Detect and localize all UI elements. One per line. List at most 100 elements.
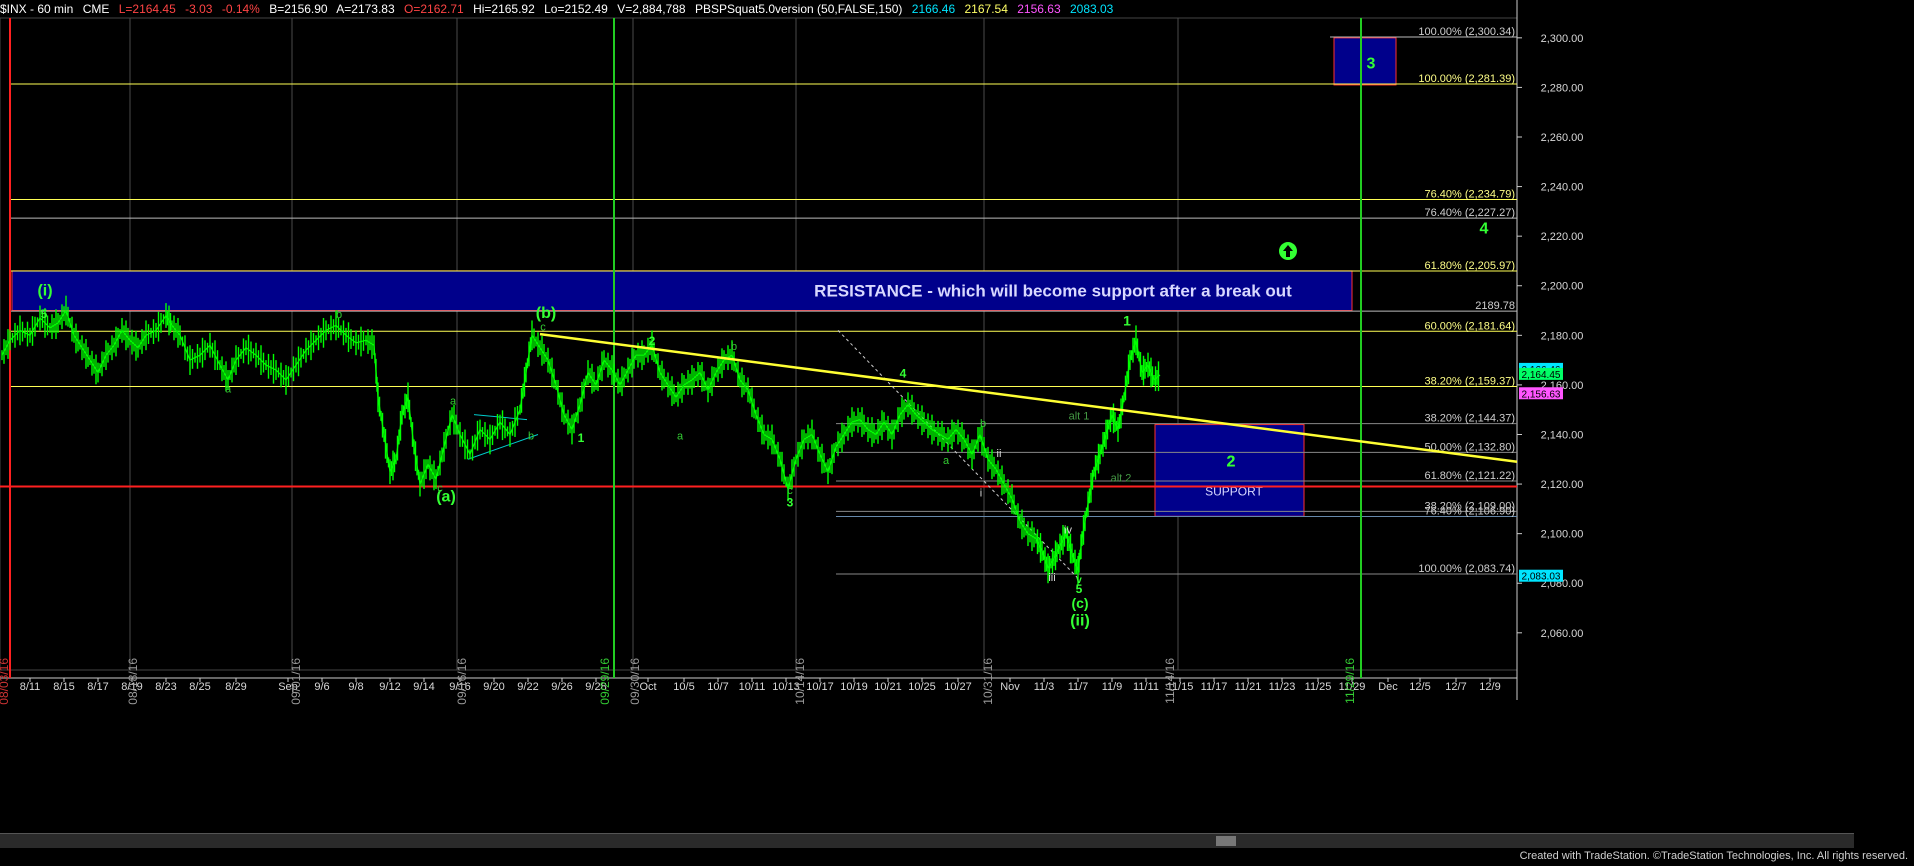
x-tick-label: 10/19 [840,681,868,693]
x-tick-label: 8/23 [155,681,176,693]
minor-wave-label: b [731,341,737,353]
price-tag-label: 2,164.45 [1522,370,1561,381]
minor-wave-label: b [336,309,342,321]
price-chart[interactable]: RESISTANCE - which will become support a… [0,0,1914,866]
minor-wave-label: b [980,418,986,430]
price-tag-label: 2,083.03 [1522,572,1561,583]
fib-level-label: 100.00% (2,281.39) [1418,73,1515,85]
wave-label: 1 [578,431,585,445]
fib-level-label: 2189.78 [1475,300,1515,312]
fib-level-label: 76.40% (2,234.79) [1424,188,1515,200]
x-tick-label: 10/5 [673,681,694,693]
wave-label: (c) [1071,595,1088,611]
fib-level-label: 38.20% (2,159.37) [1424,375,1515,387]
x-tick-label: 8/15 [53,681,74,693]
target-box [1333,37,1397,86]
x-tick-label: 12/5 [1409,681,1430,693]
wave-label: 4 [900,366,907,380]
x-tick-label: 9/22 [517,681,538,693]
date-marker-label: 09/29/16 [598,658,612,705]
wave-label: (ii) [1070,612,1090,629]
x-tick-label: Dec [1378,681,1398,693]
wave-label: v [1076,575,1082,586]
x-tick-label: 10/25 [908,681,936,693]
fib-level-label: 76.40% (2,106.90) [1424,506,1515,518]
minor-wave-label: c [437,483,443,495]
minor-wave-label: i [980,487,982,499]
x-tick-label: 8/11 [20,681,41,693]
x-tick-label: 9/14 [413,681,434,693]
x-tick-label: 11/11 [1133,681,1159,693]
date-marker-label: 09/30/16 [628,658,642,705]
y-tick-label: 2,120.00 [1541,479,1584,491]
date-marker-label: 10/14/16 [793,658,807,705]
minor-wave-label: a [450,396,457,408]
fib-level-label: 100.00% (2,083.74) [1418,563,1515,575]
x-tick-label: 9/8 [348,681,363,693]
y-tick-label: 2,220.00 [1541,231,1584,243]
x-tick-label: 9/26 [551,681,572,693]
scrollbar-thumb[interactable] [1216,836,1236,846]
wave-label: (i) [37,283,52,300]
x-tick-label: 8/25 [189,681,210,693]
x-tick-label: 9/20 [483,681,504,693]
wave-label: 3 [787,495,794,509]
wave-label: 2 [649,334,656,348]
x-tick-label: 10/7 [707,681,728,693]
fib-level-label: 61.80% (2,205.97) [1424,260,1515,272]
date-marker-label: 09/01/16 [289,658,303,705]
x-tick-label: 11/21 [1235,681,1262,693]
minor-wave-label: iv [1064,525,1072,537]
fib-level-label: 76.40% (2,227.27) [1424,207,1515,219]
y-tick-label: 2,200.00 [1541,281,1584,293]
wave-label: (b) [536,305,556,322]
x-tick-label: 10/21 [874,681,902,693]
wave-label: 5 [41,307,48,321]
x-tick-label: 12/7 [1445,681,1466,693]
x-tick-label: 12/9 [1479,681,1500,693]
date-marker-label: 10/31/16 [981,658,995,705]
x-tick-label: 10/17 [806,681,834,693]
x-tick-label: 9/12 [379,681,400,693]
y-tick-label: 2,060.00 [1541,628,1584,640]
wave-label: 1 [1123,312,1131,328]
minor-wave-label: iii [1048,572,1055,584]
target-wave-label: 3 [1367,56,1376,73]
price-tag-label: 2,156.63 [1522,389,1561,400]
x-tick-label: 11/23 [1269,681,1296,693]
resistance-label: RESISTANCE - which will become support a… [814,282,1292,301]
fib-level-label: 61.80% (2,121.22) [1424,470,1515,482]
fib-level-label: 100.00% (2,300.34) [1418,26,1515,38]
x-tick-label: 8/17 [87,681,108,693]
minor-wave-label: a [677,430,684,442]
fib-level-label: 38.20% (2,144.37) [1424,413,1515,425]
x-tick-label: 9/6 [314,681,329,693]
y-tick-label: 2,300.00 [1541,33,1584,45]
minor-wave-label: a [225,383,232,395]
wave-label: 4 [1480,221,1489,238]
x-tick-label: Oct [639,681,656,693]
y-tick-label: 2,100.00 [1541,529,1584,541]
x-tick-label: Nov [1000,681,1020,693]
minor-wave-label: ii [997,448,1002,460]
plot-area [0,17,1518,671]
date-marker-label: 09/16/16 [455,658,469,705]
horizontal-scrollbar[interactable] [0,833,1854,848]
minor-wave-label: alt 2 [1111,473,1132,485]
fib-level-label: 60.00% (2,181.64) [1424,320,1515,332]
x-tick-label: 11/3 [1034,681,1055,693]
x-tick-label: 10/27 [944,681,972,693]
date-marker-label: 11/14/16 [1163,658,1177,704]
x-tick-label: 10/11 [739,681,766,693]
y-tick-label: 2,140.00 [1541,429,1584,441]
x-tick-label: 8/29 [225,681,246,693]
chart-window: $INX - 60 min CME L=2164.45 -3.03 -0.14%… [0,0,1914,866]
date-marker-label: 11/29/16 [1343,658,1357,704]
minor-wave-label: a [943,455,950,467]
date-marker-label: 08/03/16 [0,658,11,705]
minor-wave-label: b [528,430,534,442]
y-tick-label: 2,180.00 [1541,330,1584,342]
date-marker-label: 08/18/16 [126,658,140,705]
x-tick-label: 11/17 [1201,681,1228,693]
y-tick-label: 2,240.00 [1541,182,1584,194]
